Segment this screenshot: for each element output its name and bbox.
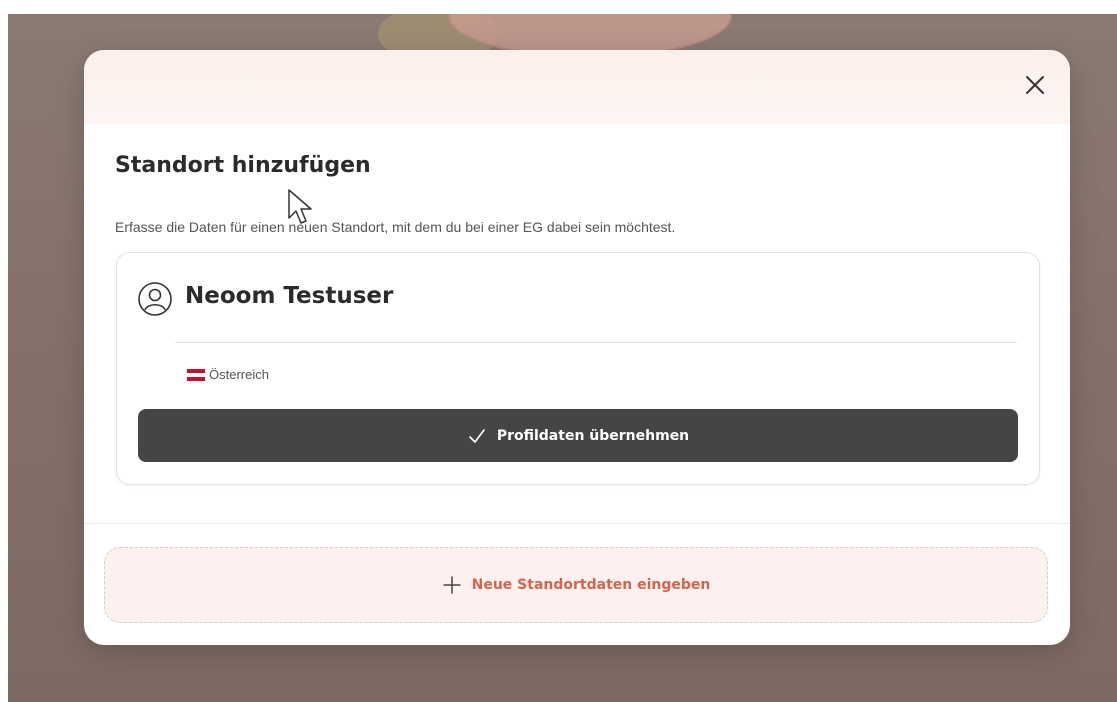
profile-card: Neoom Testuser Österreich Profildaten üb… [116, 252, 1040, 485]
user-circle-icon [137, 281, 173, 317]
add-location-dialog: Standort hinzufügen Erfasse die Daten fü… [84, 50, 1070, 645]
check-icon [469, 428, 485, 443]
dialog-header [84, 50, 1070, 124]
apply-profile-data-label: Profildaten übernehmen [496, 427, 690, 444]
card-divider [175, 342, 1017, 343]
country-row: Österreich [187, 367, 269, 382]
close-button[interactable] [1020, 70, 1050, 100]
dialog-subtitle: Erfasse die Daten für einen neuen Stando… [115, 219, 676, 235]
close-icon [1026, 76, 1044, 94]
country-label: Österreich [209, 367, 269, 382]
profile-name: Neoom Testuser [185, 283, 394, 309]
apply-profile-data-button[interactable]: Profildaten übernehmen [138, 409, 1018, 462]
new-location-label: Neue Standortdaten eingeben [471, 577, 711, 593]
plus-icon [442, 576, 461, 594]
footer-divider [84, 523, 1070, 524]
austria-flag-icon [187, 368, 205, 381]
mouse-cursor-icon [288, 189, 312, 224]
new-location-button[interactable]: Neue Standortdaten eingeben [104, 547, 1048, 623]
dialog-title: Standort hinzufügen [115, 153, 371, 178]
